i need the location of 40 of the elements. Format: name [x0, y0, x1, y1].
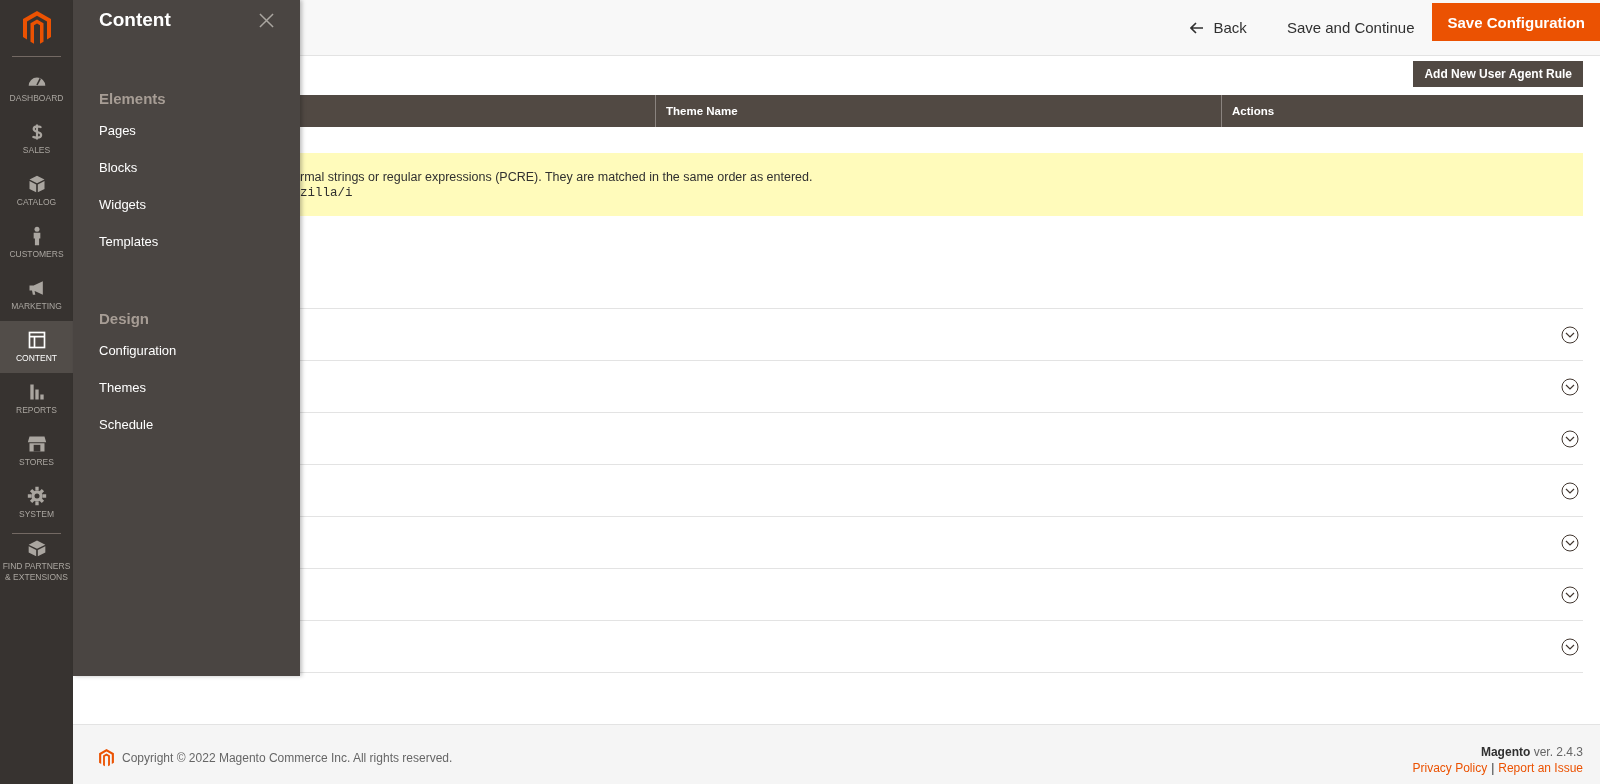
menu-section-heading: Elements [99, 90, 166, 107]
nav-item[interactable]: FIND PARTNERS & EXTENSIONS [0, 534, 73, 586]
logo-icon[interactable] [22, 11, 51, 45]
nav-item[interactable]: REPORTS [0, 373, 73, 425]
back-button[interactable]: Back [1175, 9, 1261, 46]
nav-item[interactable]: CATALOG [0, 165, 73, 217]
nav-item[interactable]: CONTENT [0, 321, 73, 373]
settings-icon [26, 486, 47, 506]
add-rule-button[interactable]: Add New User Agent Rule [1413, 61, 1583, 87]
save-and-continue-button[interactable]: Save and Continue [1272, 9, 1429, 46]
menu-section-heading: Design [99, 310, 149, 327]
menu-item[interactable]: Widgets [99, 196, 146, 233]
logo-icon [99, 749, 114, 767]
footer-link[interactable]: Report an Issue [1498, 761, 1583, 775]
storefront-icon [26, 434, 47, 454]
save-configuration-button[interactable]: Save Configuration [1432, 3, 1600, 41]
menu-item[interactable]: Blocks [99, 159, 138, 196]
version-text: Magento ver. 2.4.3 [1480, 745, 1583, 759]
link-separator: | [1491, 761, 1495, 775]
nav-item[interactable]: SYSTEM [0, 477, 73, 529]
nav-item[interactable]: MARKETING [0, 269, 73, 321]
layout-icon [26, 330, 47, 350]
footer-link[interactable]: Privacy Policy [1412, 761, 1488, 775]
nav-item[interactable]: DASHBOARD [0, 61, 73, 113]
copyright-text: Copyright © 2022 Magento Commerce Inc. All rights reserved. [122, 751, 453, 765]
menu-item[interactable]: Pages [99, 122, 136, 159]
column-header: Theme Name [655, 95, 1221, 127]
nav-item[interactable]: STORES [0, 425, 73, 477]
menu-item[interactable]: Configuration [99, 342, 177, 379]
menu-item[interactable]: Themes [99, 379, 146, 416]
menu-item[interactable]: Templates [99, 233, 159, 270]
code-example: zilla/i [300, 185, 354, 201]
close-icon[interactable] [259, 12, 274, 28]
nav-item[interactable]: CUSTOMERS [0, 217, 73, 269]
nav-item[interactable]: SALES [0, 113, 73, 165]
column-header: Actions [1221, 95, 1583, 127]
menu-item[interactable]: Schedule [99, 416, 154, 453]
back-arrow-icon [1189, 21, 1204, 34]
note-text: rmal strings or regular expressions (PCRE). They are matched in the same order as entered. [300, 169, 814, 185]
menu-title: Content [99, 9, 171, 31]
